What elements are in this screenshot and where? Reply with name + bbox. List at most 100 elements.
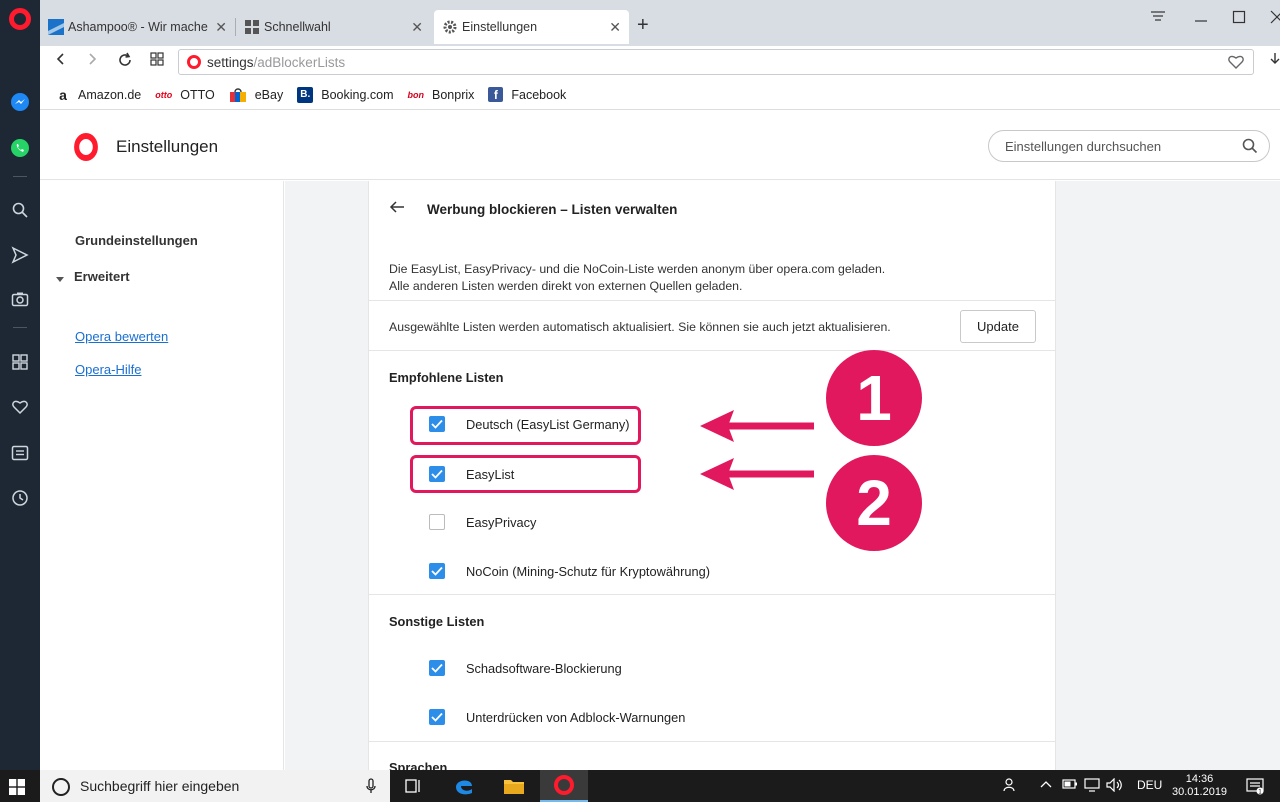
bookmark-booking[interactable]: B. Booking.com (297, 86, 394, 103)
notification-center-icon[interactable]: 1 (1246, 777, 1264, 798)
arrow-left-icon (700, 458, 814, 490)
windows-start-icon[interactable] (9, 779, 25, 798)
list-item-label: Unterdrücken von Adblock-Warnungen (466, 709, 686, 725)
maximize-icon[interactable] (1232, 10, 1246, 29)
history-icon[interactable] (8, 486, 32, 510)
otto-icon: otto (155, 89, 173, 100)
send-icon[interactable] (8, 243, 32, 267)
checkbox-checked[interactable] (429, 660, 445, 676)
list-item-adblock-warnings[interactable]: Unterdrücken von Adblock-Warnungen (429, 707, 685, 727)
new-tab-button[interactable]: + (637, 14, 649, 37)
bookmark-label: Booking.com (321, 87, 394, 102)
arrow-left-icon (700, 410, 814, 442)
nav-basic[interactable]: Grundeinstellungen (75, 233, 198, 248)
minimize-icon[interactable] (1194, 10, 1208, 29)
update-button[interactable]: Update (960, 310, 1036, 343)
download-icon[interactable] (1269, 52, 1280, 73)
checkbox-checked[interactable] (429, 563, 445, 579)
description-line: Alle anderen Listen werden direkt von ex… (389, 279, 743, 293)
people-icon[interactable] (1003, 777, 1019, 796)
back-icon[interactable] (54, 52, 68, 71)
bookmarks-bar: a Amazon.de otto OTTO eBay B. Booking.co… (40, 80, 1280, 110)
tab-settings[interactable]: Einstellungen ✕ (434, 10, 629, 44)
taskbar-search-input[interactable]: Suchbegriff hier eingeben (40, 770, 390, 802)
reload-icon[interactable] (117, 52, 133, 73)
bookmark-facebook[interactable]: f Facebook (488, 87, 566, 102)
close-window-icon[interactable] (1270, 10, 1280, 29)
tab-menu-icon[interactable] (1150, 10, 1166, 29)
speed-dial-favicon-icon (245, 20, 259, 34)
taskbar-clock[interactable]: 14:36 30.01.2019 (1172, 773, 1227, 799)
link-opera-help[interactable]: Opera-Hilfe (75, 362, 141, 377)
search-icon[interactable] (8, 198, 32, 222)
link-rate-opera[interactable]: Opera bewerten (75, 329, 168, 344)
task-view-icon[interactable] (390, 770, 438, 802)
bonprix-icon: bon (407, 89, 425, 100)
back-arrow-icon[interactable] (389, 199, 405, 219)
gear-icon (443, 20, 457, 34)
speed-dial-icon[interactable] (8, 350, 32, 374)
tab-bar: Ashampoo® - Wir machen ✕ Schnellwahl ✕ E… (40, 0, 1280, 46)
bookmark-amazon[interactable]: a Amazon.de (56, 87, 142, 103)
divider (369, 741, 1055, 742)
update-description: Ausgewählte Listen werden automatisch ak… (389, 320, 891, 334)
tab-title: Einstellungen (462, 20, 538, 34)
step-badge-2: 2 (826, 455, 922, 551)
url-input[interactable]: settings/adBlockerLists (178, 49, 1254, 75)
heart-icon[interactable] (8, 395, 32, 419)
opera-sidebar (0, 0, 40, 770)
languages-title: Sprachen (389, 760, 448, 770)
search-placeholder: Einstellungen durchsuchen (1005, 138, 1162, 154)
list-item-malware-blocking[interactable]: Schadsoftware-Blockierung (429, 658, 622, 678)
windows-taskbar: Suchbegriff hier eingeben DEU 14:36 30.0… (0, 770, 1280, 802)
opera-menu-icon[interactable] (9, 8, 31, 30)
bookmark-label: Amazon.de (78, 87, 142, 102)
speed-dial-icon[interactable] (150, 52, 164, 71)
bookmark-heart-icon[interactable] (1227, 54, 1245, 73)
edge-icon[interactable] (440, 770, 488, 802)
bookmark-bonprix[interactable]: bon Bonprix (408, 88, 475, 102)
sidebar-divider (13, 176, 27, 177)
list-item-nocoin[interactable]: NoCoin (Mining-Schutz für Kryptowährung) (429, 561, 710, 581)
tab-close-icon[interactable]: ✕ (411, 19, 423, 36)
list-item-easyprivacy[interactable]: EasyPrivacy (429, 512, 536, 532)
bookmark-ebay[interactable]: eBay (229, 87, 283, 103)
ashampoo-favicon-icon (48, 19, 64, 35)
battery-icon[interactable] (1062, 778, 1078, 793)
settings-search-input[interactable]: Einstellungen durchsuchen (988, 130, 1270, 162)
camera-icon[interactable] (8, 287, 32, 311)
file-explorer-icon[interactable] (490, 770, 538, 802)
volume-icon[interactable] (1106, 777, 1124, 795)
tab-ashampoo[interactable]: Ashampoo® - Wir machen ✕ (40, 10, 235, 44)
checkbox-unchecked[interactable] (429, 514, 445, 530)
whatsapp-icon[interactable] (8, 136, 32, 160)
network-icon[interactable] (1084, 778, 1100, 795)
search-icon[interactable] (1241, 137, 1259, 158)
nav-advanced[interactable]: Erweitert (74, 269, 130, 284)
tab-close-icon[interactable]: ✕ (215, 19, 227, 36)
tab-close-icon[interactable]: ✕ (609, 19, 621, 36)
news-icon[interactable] (8, 441, 32, 465)
highlight-box-2 (410, 455, 641, 493)
forward-icon[interactable] (85, 52, 99, 71)
booking-icon: B. (297, 86, 314, 103)
divider (369, 350, 1055, 351)
microphone-icon[interactable] (366, 778, 376, 797)
settings-nav: Grundeinstellungen Erweitert Opera bewer… (40, 181, 284, 770)
caret-down-icon[interactable] (56, 271, 64, 286)
tab-speed-dial[interactable]: Schnellwahl ✕ (236, 10, 431, 44)
bookmark-otto[interactable]: otto OTTO (155, 88, 215, 102)
messenger-icon[interactable] (8, 90, 32, 114)
opera-taskbar-icon[interactable] (540, 770, 588, 802)
list-item-label: NoCoin (Mining-Schutz für Kryptowährung) (466, 563, 710, 579)
input-language[interactable]: DEU (1137, 778, 1162, 792)
tab-title: Schnellwahl (264, 20, 331, 34)
bookmark-label: Bonprix (432, 87, 475, 102)
checkbox-checked[interactable] (429, 709, 445, 725)
address-bar: settings/adBlockerLists (40, 46, 1280, 78)
opera-logo-icon (74, 133, 98, 161)
tray-chevron-up-icon[interactable] (1040, 778, 1052, 792)
highlight-box-1 (410, 406, 641, 445)
bookmark-label: Facebook (511, 87, 567, 102)
section-heading: Werbung blockieren – Listen verwalten (427, 202, 678, 217)
